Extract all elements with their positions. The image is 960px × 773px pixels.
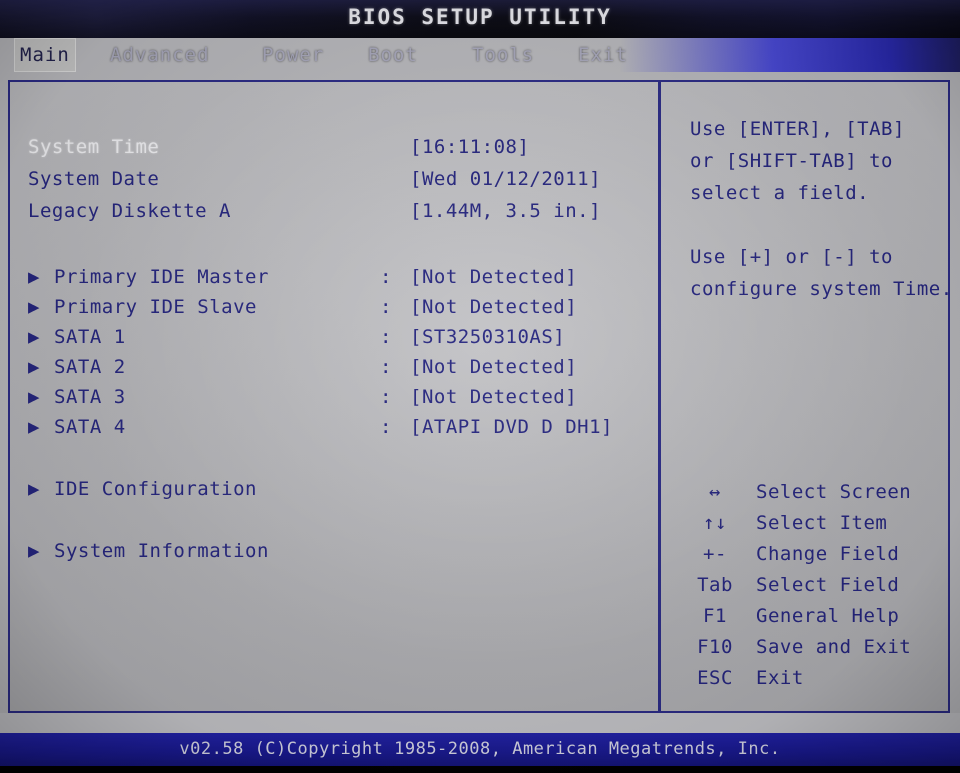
submenu-item-system-information[interactable]: System Information xyxy=(54,538,269,564)
menu-bar-glow xyxy=(620,38,960,72)
footer-gap xyxy=(0,713,960,733)
submenu-bullet-1: ▶ xyxy=(28,540,40,562)
key-desc-1: Select Item xyxy=(756,512,888,534)
setting-label-1[interactable]: System Date xyxy=(28,166,159,192)
key-symbol-1: ↑↓ xyxy=(703,512,727,534)
tab-boot[interactable]: Boot xyxy=(368,38,418,72)
tab-exit[interactable]: Exit xyxy=(578,38,628,72)
key-desc-3: Select Field xyxy=(756,574,900,596)
submenu-bullet-0: ▶ xyxy=(28,478,40,500)
setting-value-0[interactable]: [16:11:08] xyxy=(410,134,529,160)
drive-colon-3: : xyxy=(380,356,392,378)
settings-pane: System Time [16:11:08] System Date [Wed 01/… xyxy=(10,82,658,711)
help-line-5: configure system Time. xyxy=(690,278,953,300)
drive-label-2[interactable]: SATA 1 xyxy=(54,324,126,350)
setting-value-2[interactable]: [1.44M, 3.5 in.] xyxy=(410,198,601,224)
key-symbol-0: ↔ xyxy=(709,481,721,503)
key-symbol-5: F10 xyxy=(697,636,733,658)
help-line-4: Use [+] or [-] to xyxy=(690,246,893,268)
bios-screen: BIOS SETUP UTILITY Main Advanced Power Boot… xyxy=(0,0,960,773)
key-symbol-6: ESC xyxy=(697,667,733,689)
drive-value-1[interactable]: [Not Detected] xyxy=(410,294,577,320)
drive-value-2[interactable]: [ST3250310AS] xyxy=(410,324,565,350)
setting-label-2[interactable]: Legacy Diskette A xyxy=(28,198,231,224)
key-desc-0: Select Screen xyxy=(756,481,912,503)
drive-value-5[interactable]: [ATAPI DVD D DH1] xyxy=(410,414,613,440)
tab-main[interactable]: Main xyxy=(14,38,76,72)
vertical-divider xyxy=(658,82,661,711)
drive-label-3[interactable]: SATA 2 xyxy=(54,354,126,380)
key-desc-4: General Help xyxy=(756,605,900,627)
help-line-1: or [SHIFT-TAB] to xyxy=(690,150,893,172)
tab-power[interactable]: Power xyxy=(262,38,324,72)
key-desc-6: Exit xyxy=(756,667,804,689)
drive-bullet-4: ▶ xyxy=(28,386,40,408)
drive-colon-5: : xyxy=(380,416,392,438)
drive-value-3[interactable]: [Not Detected] xyxy=(410,354,577,380)
submenu-item-ide-configuration[interactable]: IDE Configuration xyxy=(54,476,257,502)
setting-label-0[interactable]: System Time xyxy=(28,134,159,160)
drive-label-0[interactable]: Primary IDE Master xyxy=(54,264,269,290)
footer-copyright: v02.58 (C)Copyright 1985-2008, American … xyxy=(179,739,781,759)
content-frame: System Time [16:11:08] System Date [Wed 01/… xyxy=(8,80,952,713)
key-symbol-2: +- xyxy=(703,543,727,565)
setting-value-1[interactable]: [Wed 01/12/2011] xyxy=(410,166,601,192)
help-pane: Use [ENTER], [TAB] or [SHIFT-TAB] to selec… xyxy=(670,82,952,711)
drive-colon-0: : xyxy=(380,266,392,288)
footer-bar: v02.58 (C)Copyright 1985-2008, American … xyxy=(0,733,960,766)
drive-value-0[interactable]: [Not Detected] xyxy=(410,264,577,290)
drive-value-4[interactable]: [Not Detected] xyxy=(410,384,577,410)
screen-bottom-edge xyxy=(0,766,960,773)
key-symbol-4: F1 xyxy=(703,605,727,627)
drive-colon-4: : xyxy=(380,386,392,408)
tab-tools[interactable]: Tools xyxy=(472,38,534,72)
tab-advanced[interactable]: Advanced xyxy=(110,38,210,72)
drive-bullet-1: ▶ xyxy=(28,296,40,318)
drive-bullet-2: ▶ xyxy=(28,326,40,348)
drive-bullet-3: ▶ xyxy=(28,356,40,378)
page-title: BIOS SETUP UTILITY xyxy=(348,5,612,29)
key-desc-2: Change Field xyxy=(756,543,900,565)
key-symbol-3: Tab xyxy=(697,574,733,596)
drive-bullet-5: ▶ xyxy=(28,416,40,438)
key-desc-5: Save and Exit xyxy=(756,636,912,658)
drive-label-1[interactable]: Primary IDE Slave xyxy=(54,294,257,320)
drive-label-4[interactable]: SATA 3 xyxy=(54,384,126,410)
help-line-2: select a field. xyxy=(690,182,870,204)
drive-bullet-0: ▶ xyxy=(28,266,40,288)
drive-label-5[interactable]: SATA 4 xyxy=(54,414,126,440)
help-line-0: Use [ENTER], [TAB] xyxy=(690,118,905,140)
drive-colon-2: : xyxy=(380,326,392,348)
drive-colon-1: : xyxy=(380,296,392,318)
